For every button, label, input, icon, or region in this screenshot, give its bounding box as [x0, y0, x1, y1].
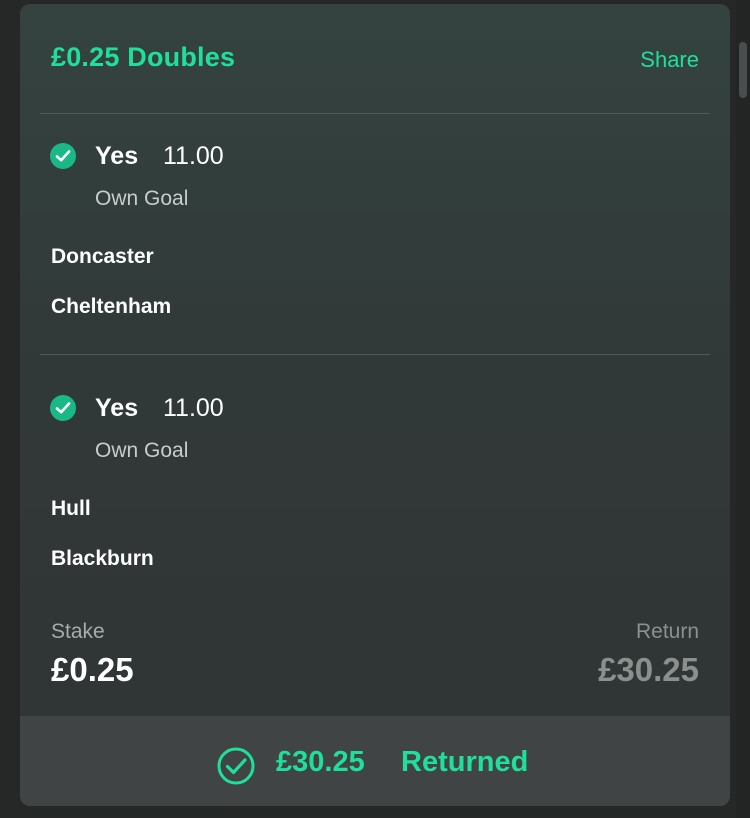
scrollbar-track[interactable]	[736, 0, 750, 818]
returned-amount: £30.25	[276, 746, 365, 778]
leg-home-team: Hull	[51, 497, 91, 520]
stake-value: £0.25	[51, 651, 134, 688]
bet-leg-1: Yes 11.00 Own Goal Doncaster Cheltenham	[20, 116, 730, 346]
leg-selection: Yes	[95, 142, 139, 170]
leg-selection: Yes	[95, 394, 139, 422]
check-circle-outline-icon	[216, 746, 256, 791]
leg-market: Own Goal	[95, 439, 189, 462]
leg-away-team: Cheltenham	[51, 295, 172, 318]
bet-title: £0.25 Doubles	[51, 42, 236, 72]
leg-odds: 11.00	[163, 142, 224, 170]
leg-market: Own Goal	[95, 187, 189, 210]
check-circle-icon	[50, 143, 76, 169]
divider	[40, 113, 710, 114]
bet-card: £0.25 Doubles Share Yes 11.00 Own Goal D…	[20, 4, 730, 806]
bet-header: £0.25 Doubles Share	[20, 4, 730, 114]
bet-leg-2: Yes 11.00 Own Goal Hull Blackburn	[20, 368, 730, 598]
divider	[40, 354, 710, 355]
scrollbar-thumb[interactable]	[739, 42, 747, 98]
leg-home-team: Doncaster	[51, 245, 154, 268]
leg-away-team: Blackburn	[51, 547, 154, 570]
returned-status: Returned	[401, 746, 529, 778]
return-label: Return	[635, 620, 699, 643]
share-button[interactable]: Share	[640, 47, 699, 73]
returned-banner: £30.25 Returned	[20, 716, 730, 806]
leg-odds: 11.00	[163, 394, 224, 422]
return-value: £30.25	[598, 651, 699, 688]
stake-label: Stake	[51, 620, 105, 643]
check-circle-icon	[50, 395, 76, 421]
